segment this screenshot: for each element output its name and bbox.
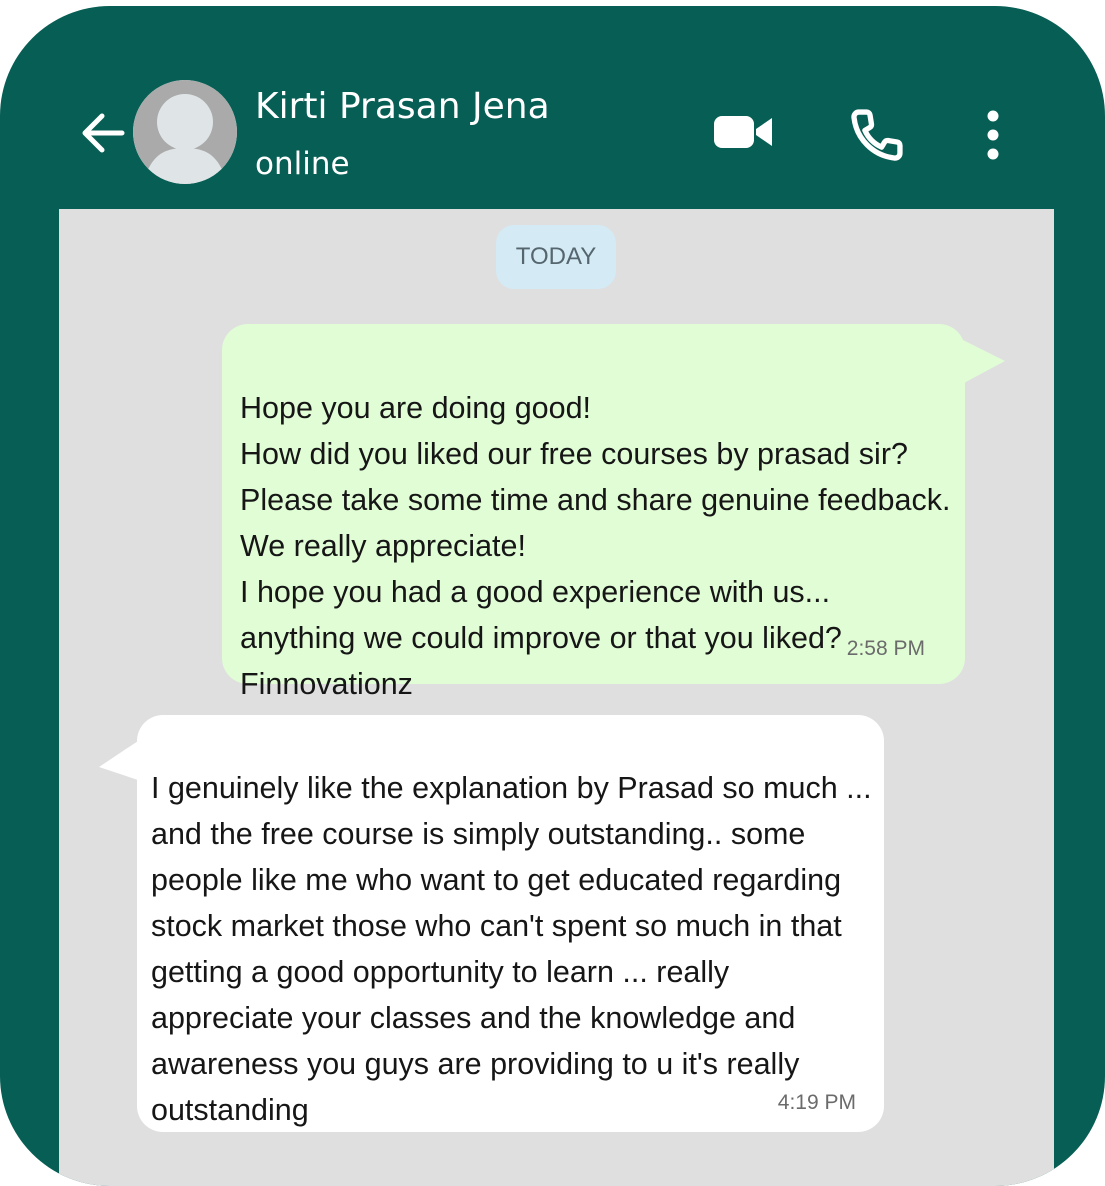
message-incoming[interactable]: I genuinely like the explanation by Pras… [137,715,884,1132]
more-vertical-icon[interactable] [978,106,1008,164]
user-silhouette-icon [133,80,237,184]
avatar[interactable] [133,80,237,184]
message-time: 2:58 PM [846,637,925,660]
chat-header: Kirti Prasan Jena online [0,6,1105,209]
message-text: Hope you are doing good! How did you lik… [240,391,951,701]
arrow-left-icon[interactable] [78,108,128,158]
message-outgoing[interactable]: Hope you are doing good! How did you lik… [222,324,965,701]
chat-area[interactable]: TODAY Hope you are doing good! How did y… [59,209,1054,1186]
video-camera-icon[interactable] [712,112,774,152]
contact-name[interactable]: Kirti Prasan Jena [255,86,550,127]
message-text: I genuinely like the explanation by Pras… [151,771,872,1127]
contact-status: online [255,146,350,182]
date-chip: TODAY [496,225,616,289]
message-time: 4:19 PM [777,1091,856,1114]
phone-icon[interactable] [848,106,906,164]
phone-frame: Kirti Prasan Jena online TODAY Hope you … [0,6,1105,1186]
